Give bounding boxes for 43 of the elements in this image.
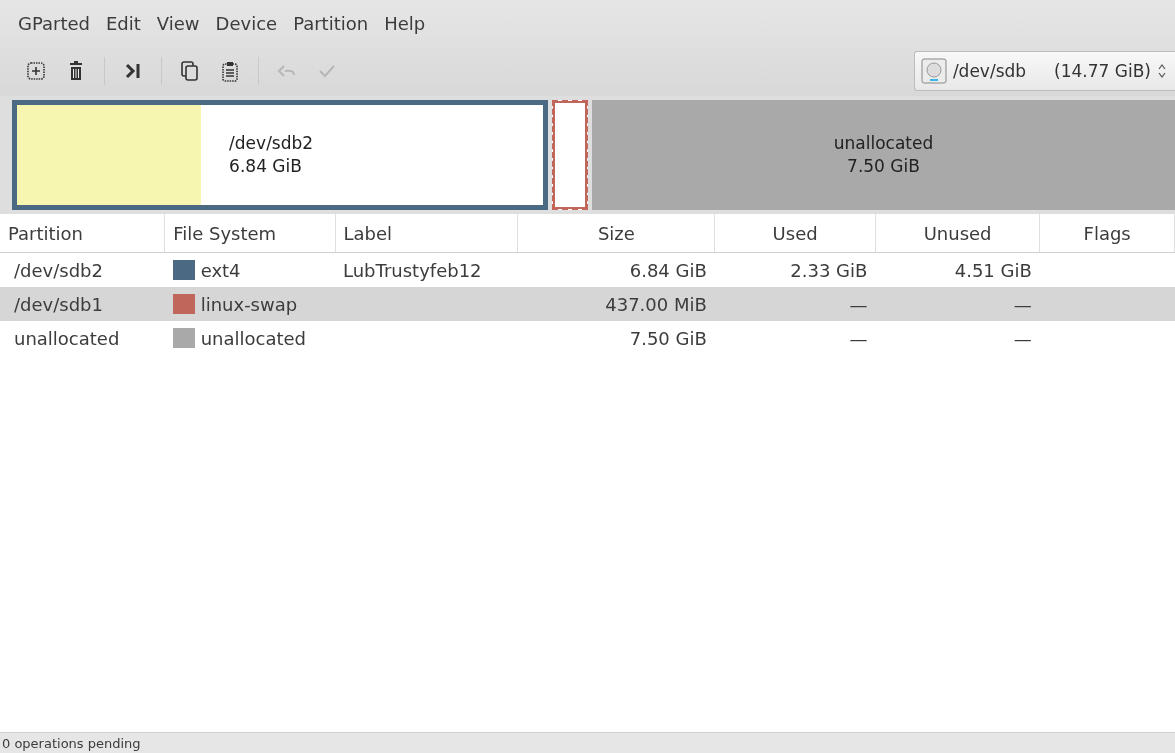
copy-icon: [179, 60, 201, 82]
device-selector[interactable]: /dev/sdb (14.77 GiB): [913, 51, 1175, 91]
menu-item[interactable]: GParted: [10, 12, 98, 34]
partition-block[interactable]: /dev/sdb2 6.84 GiB: [12, 100, 548, 210]
unused-cell: —: [1013, 293, 1032, 315]
column-header[interactable]: File System: [164, 214, 335, 253]
file-system-cell: unallocated: [200, 327, 306, 349]
column-header[interactable]: Flags: [1039, 214, 1175, 253]
used-cell: —: [849, 327, 868, 349]
partition-name: /dev/sdb2: [229, 132, 314, 155]
partition-cell: /dev/sdb2: [0, 252, 165, 287]
menu-item[interactable]: Help: [376, 12, 434, 34]
used-cell: 2.33 GiB: [790, 259, 868, 281]
column-header[interactable]: Partition: [0, 214, 165, 253]
menu-item[interactable]: Edit: [98, 12, 149, 34]
partition-cell: /dev/sdb1: [0, 287, 165, 321]
status-bar: 0 operations pending: [0, 732, 1175, 753]
unused-cell: 4.51 GiB: [954, 259, 1032, 281]
column-header[interactable]: Used: [714, 214, 876, 253]
partition-size: 6.84 GiB: [229, 155, 303, 178]
partition-cell: unallocated: [0, 321, 165, 355]
column-header[interactable]: Label: [335, 214, 518, 253]
size-cell: 437.00 MiB: [605, 293, 707, 315]
partition-size: 7.50 GiB: [847, 155, 920, 178]
size-cell: 6.84 GiB: [629, 259, 707, 281]
menu-item[interactable]: Partition: [285, 12, 377, 34]
used-cell: —: [849, 293, 868, 315]
label-cell: LubTrustyfeb12: [343, 259, 482, 281]
menu-item[interactable]: View: [148, 12, 208, 34]
unused-cell: —: [1013, 327, 1032, 349]
unallocated-block[interactable]: unallocated 7.50 GiB: [592, 100, 1175, 210]
plus-icon: [25, 60, 47, 82]
swap-partition-block[interactable]: [552, 100, 588, 210]
file-system-cell: ext4: [200, 259, 241, 281]
menu-item[interactable]: Device: [207, 12, 286, 34]
column-header[interactable]: Size: [517, 214, 715, 253]
column-header[interactable]: Unused: [875, 214, 1040, 253]
size-cell: 7.50 GiB: [629, 327, 707, 349]
file-system-cell: linux-swap: [200, 293, 298, 315]
spinner-arrows-icon: [1157, 63, 1167, 79]
clipboard-icon: [219, 60, 241, 82]
partition-name: unallocated: [833, 132, 934, 155]
drive-icon: [920, 58, 947, 84]
